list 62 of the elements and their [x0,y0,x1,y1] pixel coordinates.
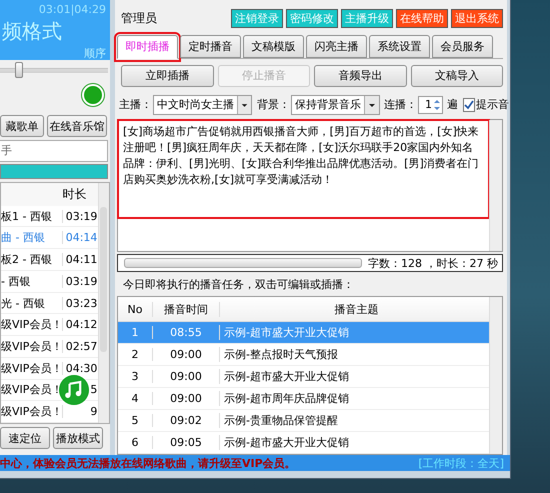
table-cell: 09:02 [152,414,219,428]
status-message: 中心，体验会员无法播放在线网络歌曲，请升级至VIP会员。 [0,456,296,470]
table-cell: 09:00 [152,392,219,406]
track-title: 频格式 [2,18,62,45]
chime-label: 提示音 [476,97,509,112]
host-dropdown[interactable]: 中文时尚女主播 [153,94,252,115]
column-header: No [126,302,144,316]
table-cell-text: 4 [130,392,140,406]
task-row[interactable]: 2 09:00 示例-整点报时天气预报 [118,344,489,366]
song-title[interactable]: 级VIP会员！ [1,382,62,398]
table-cell-text: 3 [130,370,140,384]
work-period: [工作时段：全天] [418,456,504,470]
task-row[interactable]: 5 09:02 示例-贵重物品保管提醒 [118,410,489,432]
table-cell-text: 2 [130,348,140,362]
table-cell-text: 1 [130,326,140,340]
table-cell: 09:00 [152,370,219,384]
script-editor[interactable]: [女]商场超市广告促销就用西银播音大师，[男]百万超市的首选，[女]快来注册吧！[男]疯狂周年庆，天天都在降，[女]沃尔玛联手20家国内外知名品牌：伊利、[男]光明、[女]联合利华推出品牌优惠活动。[男]消费者在门店购买奥妙洗衣粉,[女]就可享受满减活动！ [117,118,503,252]
playlist-button[interactable]: 速定位 [0,427,50,449]
action-button[interactable]: 立即插播 [121,64,214,87]
host-label: 主播： [119,97,152,112]
tab[interactable]: 系统设置 [369,34,430,58]
song-title[interactable]: 板1 - 西银 [1,208,62,224]
tab[interactable]: 即时插播 [117,34,178,59]
task-row[interactable]: 6 09:05 示例-超市盛大开业大促销 [118,432,489,454]
action-button[interactable]: 文稿导入 [410,64,503,87]
repeat-spinner[interactable]: 1 [418,96,443,114]
action-button[interactable]: 音频导出 [314,64,406,87]
background-dropdown[interactable]: 保持背景音乐 [291,94,380,115]
playback-time: 03:01|04:29 [38,3,106,16]
repeat-unit: 遍 [447,97,458,112]
song-title[interactable]: 光 - 西银 [1,296,62,310]
song-title[interactable]: 板2 - 西银 [1,252,62,268]
song-title[interactable]: 曲 - 西银 [1,230,62,246]
tasks-caption: 今日即将执行的播音任务，双击可编辑或插播： [122,277,355,292]
library-button[interactable]: 藏歌单 [0,115,44,137]
text-stats: 字数：128 ，时长：27 秒 [368,256,499,271]
play-mode: 顺序 [84,46,106,61]
column-header: 播音时间 [152,302,219,317]
tab[interactable]: 定时播音 [180,34,241,58]
song-title[interactable]: 级VIP会员！ [1,360,62,376]
tab[interactable]: 会员服务 [432,34,493,58]
task-row[interactable]: 4 09:00 示例-超市周年庆品牌促销 [118,388,489,410]
user-role: 管理员 [120,10,158,28]
table-cell: 09:05 [152,436,219,450]
table-cell: 09:00 [152,348,219,362]
repeat-label: 连播： [384,97,417,112]
tab[interactable]: 闪亮主播 [306,34,367,58]
table-cell-text: 6 [130,436,140,450]
column-header: 时长 [62,186,86,203]
song-title[interactable]: - 西银 [1,274,62,289]
task-row[interactable]: 3 09:00 示例-超市盛大开业大促销 [118,366,489,388]
song-title[interactable]: 级VIP会员！ [1,404,62,420]
tab[interactable]: 文稿模版 [243,34,304,58]
table-cell: 08:55 [152,326,219,340]
playlist-button[interactable]: 播放模式 [53,427,103,449]
search-field[interactable]: 手 [0,140,108,162]
song-title[interactable]: 级VIP会员！ [1,317,62,332]
library-button[interactable]: 在线音乐馆 [47,115,107,137]
song-title[interactable]: 级VIP会员！ [1,338,62,354]
background-label: 背景： [257,97,290,112]
table-cell-text: 5 [130,414,140,428]
script-text[interactable]: [女]商场超市广告促销就用西银播音大师，[男]百万超市的首选，[女]快来注册吧！[男]疯狂周年庆，天天都在降，[女]沃尔玛联手20家国内外知名品牌：伊利、[男]光明、[女]联合利华推出品牌优惠活动。[男]消费者在门店购买奥妙洗衣粉,[女]就可享受满减活动！ [119,120,488,217]
